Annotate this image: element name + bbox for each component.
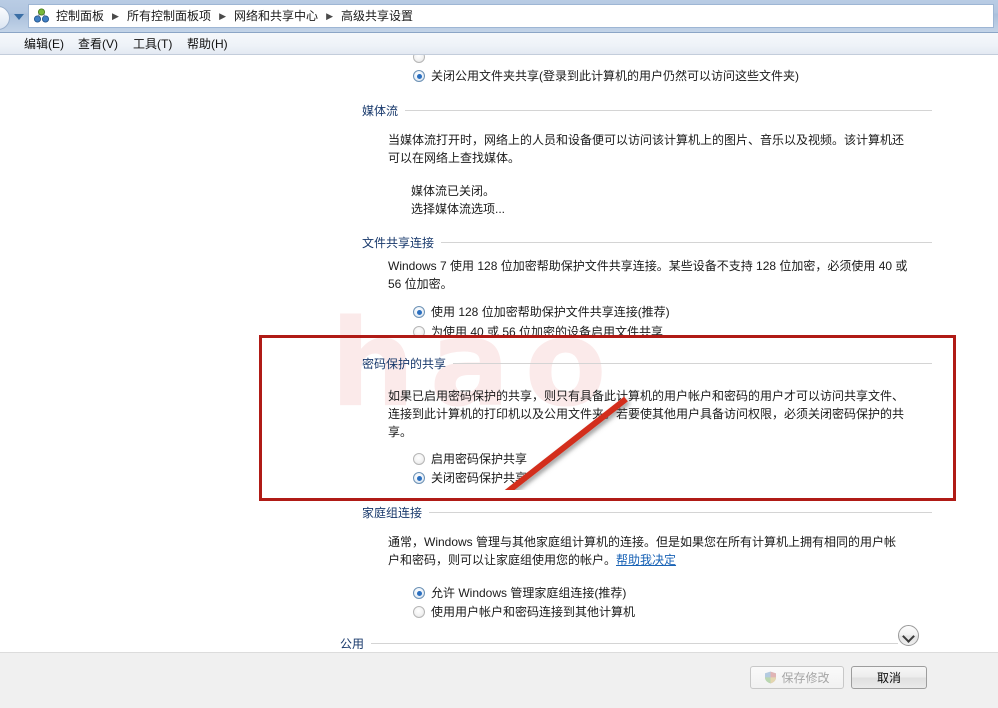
radio-label: 关闭密码保护共享 <box>431 471 528 485</box>
radio-indicator[interactable] <box>413 70 425 82</box>
radio-label: 启用密码保护共享 <box>431 452 528 466</box>
save-changes-label: 保存修改 <box>781 671 830 685</box>
public-folder-option-off[interactable]: 关闭公用文件夹共享(登录到此计算机的用户仍然可以访问这些文件夹) <box>413 68 799 84</box>
radio-label: 允许 Windows 管理家庭组连接(推荐) <box>431 586 627 600</box>
section-header-public[interactable]: 公用 <box>340 635 898 652</box>
section-title: 家庭组连接 <box>362 506 423 520</box>
radio-indicator[interactable] <box>413 587 425 599</box>
section-header-file-sharing-connections: 文件共享连接 <box>362 234 932 251</box>
section-rule <box>405 110 932 111</box>
radio-label: 为使用 40 或 56 位加密的设备启用文件共享 <box>431 325 664 339</box>
cancel-label: 取消 <box>876 671 901 685</box>
dialog-footer: 保存修改 取消 <box>0 652 998 708</box>
radio-indicator[interactable] <box>413 453 425 465</box>
menu-item-tools[interactable]: 工具(T) <box>127 36 178 53</box>
cancel-button[interactable]: 取消 <box>851 666 927 689</box>
radio-indicator[interactable] <box>413 306 425 318</box>
file-sharing-connections-description: Windows 7 使用 128 位加密帮助保护文件共享连接。某些设备不支持 1… <box>388 259 908 291</box>
advanced-sharing-settings-window: 控制面板 所有控制面板项 网络和共享中心 高级共享设置 编辑(E) 查看(V) … <box>0 0 998 708</box>
network-sharing-center-icon <box>33 8 50 24</box>
save-changes-button[interactable]: 保存修改 <box>750 666 844 689</box>
section-rule <box>441 242 932 243</box>
public-section-expander-chevron-down-icon[interactable] <box>898 625 919 646</box>
radio-label: 使用用户帐户和密码连接到其他计算机 <box>431 605 636 619</box>
media-streaming-status: 媒体流已关闭。 <box>411 184 496 198</box>
radio-indicator[interactable] <box>413 55 425 63</box>
radio-label: 使用 128 位加密帮助保护文件共享连接(推荐) <box>431 305 670 319</box>
breadcrumb-item-0[interactable]: 控制面板 <box>51 6 109 26</box>
menu-item-edit[interactable]: 编辑(E) <box>18 36 70 53</box>
section-title: 密码保护的共享 <box>362 357 447 371</box>
uac-shield-icon <box>764 671 777 684</box>
media-streaming-description: 当媒体流打开时，网络上的人员和设备便可以访问该计算机上的图片、音乐以及视频。该计… <box>388 133 905 165</box>
section-rule <box>453 363 932 364</box>
homegroup-connections-description: 通常，Windows 管理与其他家庭组计算机的连接。但是如果您在所有计算机上拥有… <box>388 533 908 569</box>
section-header-password-protected-sharing: 密码保护的共享 <box>362 355 932 372</box>
public-folder-option-on[interactable] <box>413 55 431 63</box>
breadcrumb-separator[interactable] <box>323 8 336 24</box>
radio-indicator[interactable] <box>413 472 425 484</box>
section-title: 公用 <box>340 637 365 651</box>
breadcrumb-separator[interactable] <box>109 8 122 24</box>
section-title: 文件共享连接 <box>362 236 435 250</box>
help-me-decide-link[interactable]: 帮助我决定 <box>616 553 676 567</box>
password-protected-sharing-description: 如果已启用密码保护的共享，则只有具备此计算机的用户帐户和密码的用户才可以访问共享… <box>388 389 905 439</box>
breadcrumb-separator[interactable] <box>216 8 229 24</box>
password-sharing-option-disable[interactable]: 关闭密码保护共享 <box>413 470 527 486</box>
homegroup-option-windows-manages[interactable]: 允许 Windows 管理家庭组连接(推荐) <box>413 585 626 601</box>
breadcrumb-item-2[interactable]: 网络和共享中心 <box>229 6 323 26</box>
address-bar: 控制面板 所有控制面板项 网络和共享中心 高级共享设置 <box>0 0 998 33</box>
section-title: 媒体流 <box>362 104 399 118</box>
breadcrumb-item-1[interactable]: 所有控制面板项 <box>122 6 216 26</box>
section-header-homegroup-connections: 家庭组连接 <box>362 504 932 521</box>
menu-item-help[interactable]: 帮助(H) <box>181 36 234 53</box>
breadcrumb[interactable]: 控制面板 所有控制面板项 网络和共享中心 高级共享设置 <box>28 4 994 28</box>
settings-scroll-pane[interactable]: hao 关闭公用文件夹共享(登录到此计算机的用户仍然可以访问这些文件夹) 媒体流… <box>0 55 998 652</box>
radio-indicator[interactable] <box>413 606 425 618</box>
file-sharing-option-40-56bit[interactable]: 为使用 40 或 56 位加密的设备启用文件共享 <box>413 324 663 340</box>
menu-bar: 编辑(E) 查看(V) 工具(T) 帮助(H) <box>0 33 998 55</box>
section-header-media-streaming: 媒体流 <box>362 102 932 119</box>
chevron-down-icon[interactable] <box>12 11 26 23</box>
section-rule <box>371 643 898 644</box>
choose-media-streaming-options-link[interactable]: 选择媒体流选项... <box>411 201 505 218</box>
password-sharing-option-enable[interactable]: 启用密码保护共享 <box>413 451 527 467</box>
breadcrumb-item-3[interactable]: 高级共享设置 <box>336 6 418 26</box>
radio-indicator[interactable] <box>413 326 425 338</box>
homegroup-option-user-accounts[interactable]: 使用用户帐户和密码连接到其他计算机 <box>413 604 635 620</box>
section-rule <box>429 512 932 513</box>
file-sharing-option-128bit[interactable]: 使用 128 位加密帮助保护文件共享连接(推荐) <box>413 304 670 320</box>
radio-label: 关闭公用文件夹共享(登录到此计算机的用户仍然可以访问这些文件夹) <box>431 69 799 83</box>
back-circle-icon[interactable] <box>0 6 10 30</box>
menu-item-view[interactable]: 查看(V) <box>72 36 124 53</box>
